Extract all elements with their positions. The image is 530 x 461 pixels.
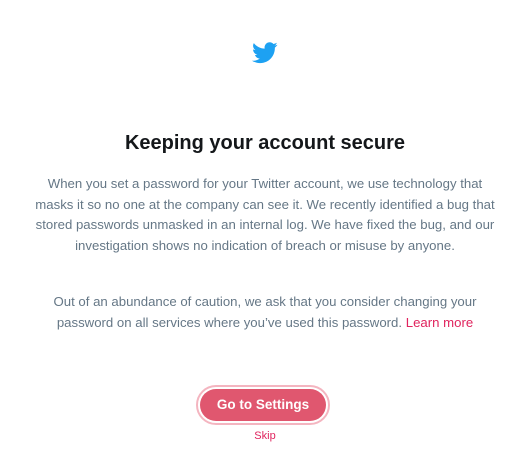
go-to-settings-button[interactable]: Go to Settings: [200, 389, 326, 421]
learn-more-link[interactable]: Learn more: [406, 315, 473, 330]
security-notice-page: Keeping your account secure When you set…: [0, 0, 530, 461]
explanation-paragraph: When you set a password for your Twitter…: [35, 176, 495, 253]
skip-link[interactable]: Skip: [0, 430, 530, 442]
go-to-settings-button-focus-ring: Go to Settings: [196, 385, 330, 425]
twitter-bird-icon: [252, 42, 278, 64]
page-title: Keeping your account secure: [124, 132, 406, 154]
recommendation-paragraph: Out of an abundance of caution, we ask t…: [30, 292, 500, 333]
